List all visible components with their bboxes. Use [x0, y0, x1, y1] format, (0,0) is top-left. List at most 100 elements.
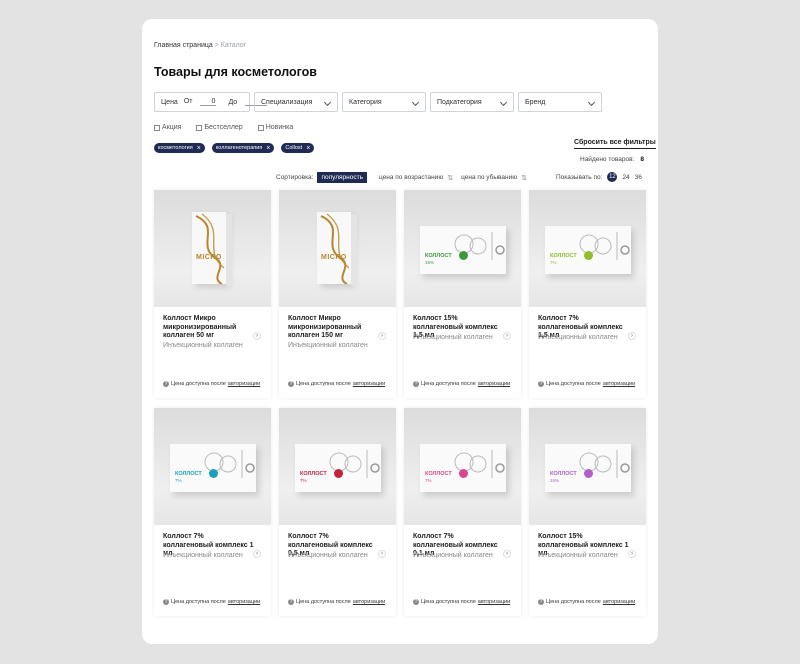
- badge-icon: [584, 469, 593, 478]
- product-card[interactable]: КОЛЛОСТ 7% Коллост 7% коллагеновый компл…: [529, 190, 646, 398]
- category-select[interactable]: Категория: [342, 92, 426, 112]
- chevron-right-icon[interactable]: ›: [503, 550, 511, 558]
- product-name[interactable]: Коллост Микро микронизированный коллаген…: [288, 315, 380, 341]
- tag-collagen-therapy[interactable]: коллагенотерапия ×: [211, 143, 275, 153]
- product-type: Инъекционный коллаген: [288, 342, 368, 349]
- breadcrumb-current: Каталог: [220, 42, 247, 49]
- box-label: КОЛЛОСТ: [550, 471, 577, 477]
- box-percentage: 7%: [550, 260, 557, 265]
- price-availability-note: ? Цена доступна после авторизации: [288, 381, 385, 387]
- close-icon[interactable]: ×: [197, 145, 201, 152]
- product-card[interactable]: КОЛЛОСТ 7% Коллост 7% коллагеновый компл…: [404, 408, 521, 616]
- chevron-right-icon[interactable]: ›: [253, 550, 261, 558]
- checkbox-label: Акция: [162, 124, 182, 131]
- question-icon: ?: [538, 599, 544, 605]
- close-icon[interactable]: ×: [306, 145, 310, 152]
- product-card[interactable]: КОЛЛОСТ 15% Коллост 15% коллагеновый ком…: [529, 408, 646, 616]
- login-link[interactable]: авторизации: [603, 599, 635, 605]
- specialization-select[interactable]: Специализация: [254, 92, 338, 112]
- product-image[interactable]: MICRO: [279, 190, 396, 307]
- category-label: Категория: [349, 98, 382, 106]
- price-label: Цена: [161, 98, 178, 106]
- sort-price-asc-button[interactable]: цена по возрастанию: [379, 174, 443, 181]
- chevron-right-icon[interactable]: ›: [628, 550, 636, 558]
- login-link[interactable]: авторизации: [478, 599, 510, 605]
- chevron-down-icon: [411, 98, 420, 107]
- product-image[interactable]: MICRO: [154, 190, 271, 307]
- per-page-option-36[interactable]: 36: [635, 174, 642, 181]
- box-label: MICRO: [196, 254, 222, 261]
- box-side: [351, 214, 357, 286]
- product-box-illustration: MICRO: [192, 212, 232, 286]
- close-icon[interactable]: ×: [266, 145, 270, 152]
- product-card[interactable]: КОЛЛОСТ 7% Коллост 7% коллагеновый компл…: [279, 408, 396, 616]
- product-card[interactable]: MICRO Коллост Микро микронизированный ко…: [279, 190, 396, 398]
- price-availability-note: ? Цена доступна после авторизации: [413, 599, 510, 605]
- sort-asc-icon: ⇅: [447, 174, 454, 182]
- checkbox-icon: [257, 124, 264, 131]
- brand-select[interactable]: Бренд: [518, 92, 602, 112]
- login-link[interactable]: авторизации: [353, 381, 385, 387]
- chevron-right-icon[interactable]: ›: [378, 550, 386, 558]
- found-value: 8: [640, 156, 644, 163]
- logo-graphic: [329, 450, 380, 478]
- product-image[interactable]: КОЛЛОСТ 7%: [404, 408, 521, 525]
- price-from-input[interactable]: 0: [200, 98, 217, 106]
- chevron-right-icon[interactable]: ›: [628, 332, 636, 340]
- product-image[interactable]: КОЛЛОСТ 15%: [529, 408, 646, 525]
- reset-filters-button[interactable]: Сбросить все фильтры: [574, 139, 656, 149]
- product-box-illustration: КОЛЛОСТ 15%: [420, 226, 506, 274]
- question-icon: ?: [288, 599, 294, 605]
- product-type: Инъекционный коллаген: [163, 342, 243, 349]
- product-type: Инъекционный коллаген: [538, 552, 618, 559]
- chevron-down-icon: [499, 98, 508, 107]
- ribbon-graphic: [320, 213, 350, 284]
- product-card[interactable]: MICRO Коллост Микро микронизированный ко…: [154, 190, 271, 398]
- login-link[interactable]: авторизации: [228, 381, 260, 387]
- login-link[interactable]: авторизации: [603, 381, 635, 387]
- tag-cosmetology[interactable]: косметология ×: [154, 143, 205, 153]
- sort-popularity-button[interactable]: популярность: [317, 172, 367, 183]
- per-page-option-24[interactable]: 24: [622, 174, 629, 181]
- checkbox-icon: [196, 124, 203, 131]
- chevron-right-icon[interactable]: ›: [503, 332, 511, 340]
- product-name[interactable]: Коллост Микро микронизированный коллаген…: [163, 315, 255, 341]
- checkbox-sale[interactable]: Акция: [154, 124, 181, 131]
- sort-desc-icon: ⇅: [521, 174, 527, 182]
- box-label: КОЛЛОСТ: [175, 471, 202, 477]
- product-image[interactable]: КОЛЛОСТ 7%: [279, 408, 396, 525]
- chevron-down-icon: [587, 98, 596, 107]
- product-image[interactable]: КОЛЛОСТ 7%: [154, 408, 271, 525]
- login-link[interactable]: авторизации: [478, 381, 510, 387]
- found-count: Найдено товаров: 8: [580, 156, 644, 163]
- sort-bar: Сортировка: популярность цена по возраст…: [276, 172, 535, 183]
- price-note-text: Цена доступна после: [546, 599, 601, 605]
- login-link[interactable]: авторизации: [228, 599, 260, 605]
- price-note-text: Цена доступна после: [421, 599, 476, 605]
- checkbox-new[interactable]: Новинка: [257, 124, 293, 131]
- per-page-option-12[interactable]: 12: [607, 172, 618, 182]
- subcategory-select[interactable]: Подкатегория: [430, 92, 514, 112]
- box-label: КОЛЛОСТ: [300, 471, 327, 477]
- question-icon: ?: [538, 381, 544, 387]
- login-link[interactable]: авторизации: [353, 599, 385, 605]
- question-icon: ?: [163, 599, 169, 605]
- product-type: Инъекционный коллаген: [413, 334, 493, 341]
- sort-label: Сортировка:: [276, 174, 314, 181]
- breadcrumb-home[interactable]: Главная страница: [154, 42, 213, 49]
- flag-checkboxes: Акция Бестселлер Новинка: [154, 124, 308, 131]
- sort-price-desc-button[interactable]: цена по убыванию: [461, 174, 517, 181]
- product-card[interactable]: КОЛЛОСТ 15% Коллост 15% коллагеновый ком…: [404, 190, 521, 398]
- price-note-text: Цена доступна после: [421, 381, 476, 387]
- breadcrumb: Главная страница > Каталог: [154, 42, 246, 49]
- chevron-right-icon[interactable]: ›: [378, 332, 386, 340]
- tag-collost[interactable]: Collost ×: [281, 143, 315, 153]
- product-image[interactable]: КОЛЛОСТ 15%: [404, 190, 521, 307]
- active-filter-tags: косметология × коллагенотерапия × Collost ×: [154, 143, 321, 153]
- specialization-label: Специализация: [261, 98, 313, 106]
- checkbox-bestseller[interactable]: Бестселлер: [196, 124, 243, 131]
- chevron-right-icon[interactable]: ›: [253, 332, 261, 340]
- product-image[interactable]: КОЛЛОСТ 7%: [529, 190, 646, 307]
- product-card[interactable]: КОЛЛОСТ 7% Коллост 7% коллагеновый компл…: [154, 408, 271, 616]
- badge-icon: [584, 251, 593, 260]
